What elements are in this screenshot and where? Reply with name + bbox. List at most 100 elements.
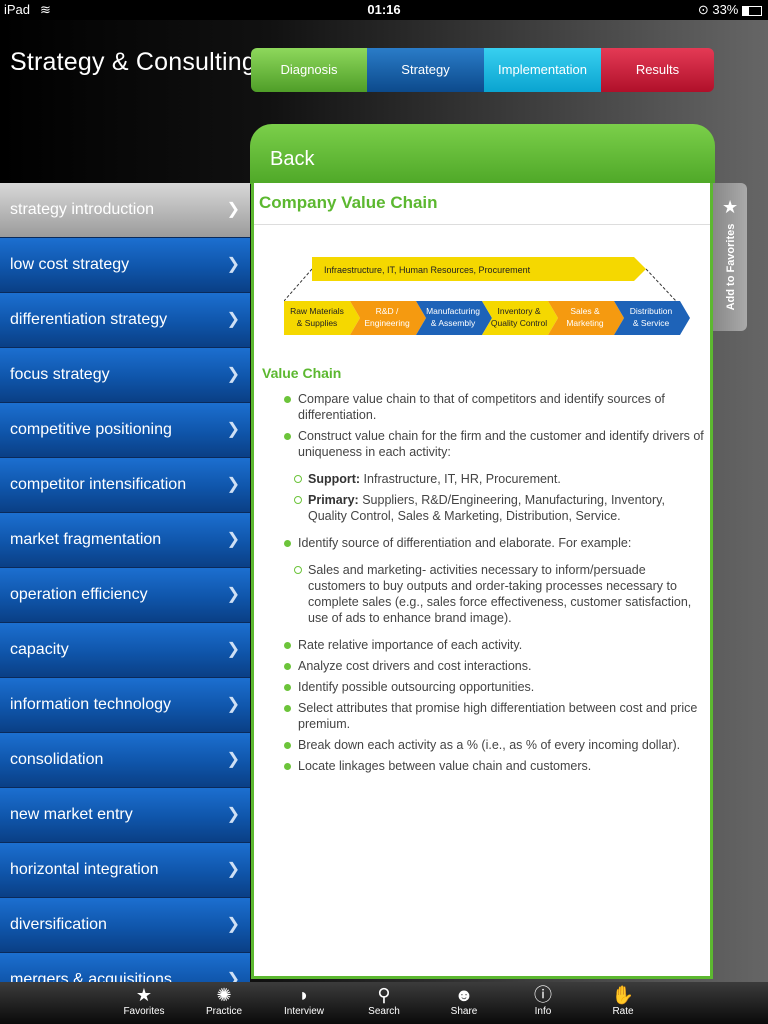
sidebar-item-label: focus strategy xyxy=(10,366,110,383)
sidebar-item-competitive-positioning[interactable]: competitive positioning ❯ xyxy=(0,403,250,458)
sidebar-item-label: new market entry xyxy=(10,806,133,823)
sidebar-item-strategy-introduction[interactable]: strategy introduction ❯ xyxy=(0,183,250,238)
battery-percent: 33% xyxy=(712,2,739,17)
tabbar-interview[interactable]: ◗ Interview xyxy=(274,984,334,1017)
app-title: Strategy & Consulting xyxy=(10,48,256,76)
sidebar-item-differentiation-strategy[interactable]: differentiation strategy ❯ xyxy=(0,293,250,348)
sidebar-item-operation-efficiency[interactable]: operation efficiency ❯ xyxy=(0,568,250,623)
tabbar-label: Search xyxy=(368,1006,400,1017)
sidebar-item-label: market fragmentation xyxy=(10,531,162,548)
value-chain-diagram: Infraestructure, IT, Human Resources, Pr… xyxy=(284,257,690,335)
dashed-connector-left xyxy=(284,268,313,302)
chevron-right-icon: ❯ xyxy=(226,531,240,548)
value-chain-chevron-label: & Supplies xyxy=(297,318,338,328)
sidebar-item-information-technology[interactable]: information technology ❯ xyxy=(0,678,250,733)
sub-item-text: Infrastructure, IT, HR, Procurement. xyxy=(360,472,561,486)
chevron-row: Raw Materials & Supplies R&D / Engineering M… xyxy=(284,301,690,335)
list-item: Rate relative importance of each activit… xyxy=(264,637,704,653)
value-chain-list: Compare value chain to that of competito… xyxy=(264,391,704,779)
chevron-right-icon: ❯ xyxy=(226,971,240,982)
phase-tabs: Diagnosis Strategy Implementation Result… xyxy=(251,48,714,92)
chevron-right-icon: ❯ xyxy=(226,696,240,713)
tabbar-label: Favorites xyxy=(123,1006,165,1017)
infrastructure-bar-label: Infraestructure, IT, Human Resources, Pr… xyxy=(324,265,531,275)
tab-strategy[interactable]: Strategy xyxy=(367,48,484,92)
tabbar-practice[interactable]: ✺ Practice xyxy=(194,984,254,1017)
tabbar-rate[interactable]: ✋ Rate xyxy=(593,984,653,1017)
chevron-right-icon: ❯ xyxy=(226,806,240,823)
sidebar-item-competitor-intensification[interactable]: competitor intensification ❯ xyxy=(0,458,250,513)
sub-item-label: Primary: xyxy=(308,493,359,507)
list-item: Select attributes that promise high diff… xyxy=(264,700,704,732)
list-item: Construct value chain for the firm and t… xyxy=(264,428,704,460)
bottom-tab-bar: ★ Favorites ✺ Practice ◗ Interview ⚲ Search … xyxy=(0,982,768,1024)
tab-results[interactable]: Results xyxy=(601,48,714,92)
sub-item-label: Support: xyxy=(308,472,361,486)
list-item: Identify source of differentiation and e… xyxy=(264,535,704,551)
tabbar-share[interactable]: ☻ Share xyxy=(434,984,494,1017)
list-item: Analyze cost drivers and cost interactio… xyxy=(264,658,704,674)
tab-implementation[interactable]: Implementation xyxy=(484,48,601,92)
value-chain-chevron-label: Raw Materials xyxy=(290,306,344,316)
section-title: Value Chain xyxy=(262,365,342,381)
thumbs-up-icon: ✋ xyxy=(611,985,635,1005)
sidebar-item-label: operation efficiency xyxy=(10,586,148,603)
brain-icon: ✺ xyxy=(216,985,232,1005)
sidebar-item-label: mergers & acquisitions xyxy=(10,971,172,982)
tab-diagnosis[interactable]: Diagnosis xyxy=(251,48,367,92)
add-to-favorites-label: Add to Favorites xyxy=(725,223,737,311)
value-chain-chevron-label: Marketing xyxy=(566,318,604,328)
tabbar-label: Practice xyxy=(205,1006,243,1017)
sidebar-item-market-fragmentation[interactable]: market fragmentation ❯ xyxy=(0,513,250,568)
sidebar-item-diversification[interactable]: diversification ❯ xyxy=(0,898,250,953)
content-panel: Company Value Chain Infraestructure, IT,… xyxy=(251,183,713,979)
chevron-right-icon: ❯ xyxy=(226,586,240,603)
value-chain-chevron-label: Sales & xyxy=(570,306,600,316)
tabbar-label: Share xyxy=(450,1006,478,1017)
title-divider xyxy=(254,224,710,225)
value-chain-chevron-label: Quality Control xyxy=(491,318,547,328)
chevron-right-icon: ❯ xyxy=(226,641,240,658)
chat-icon: ◗ xyxy=(298,985,310,1005)
battery-icon xyxy=(742,5,762,16)
sidebar-item-label: differentiation strategy xyxy=(10,311,168,328)
sidebar-item-focus-strategy[interactable]: focus strategy ❯ xyxy=(0,348,250,403)
chevron-right-icon: ❯ xyxy=(226,861,240,878)
value-chain-chevron-label: Engineering xyxy=(364,318,410,328)
list-item: Compare value chain to that of competito… xyxy=(264,391,704,423)
sidebar-item-mergers-acquisitions[interactable]: mergers & acquisitions ❯ xyxy=(0,953,250,982)
sidebar-item-label: strategy introduction xyxy=(10,201,155,218)
sub-list-item: Support: Infrastructure, IT, HR, Procure… xyxy=(264,471,704,487)
sub-item-text: Suppliers, R&D/Engineering, Manufacturin… xyxy=(308,493,665,523)
sidebar: strategy introduction ❯ low cost strategy… xyxy=(0,183,250,982)
sidebar-item-label: competitive positioning xyxy=(10,421,172,438)
tabbar-label: Rate xyxy=(612,1006,634,1017)
sidebar-item-label: low cost strategy xyxy=(10,256,130,273)
clock: 01:16 xyxy=(367,2,401,17)
add-to-favorites-tab[interactable]: ★ Add to Favorites xyxy=(713,183,747,331)
chevron-right-icon: ❯ xyxy=(226,311,240,328)
tabbar-info[interactable]: ⓘ Info xyxy=(513,984,573,1017)
back-button[interactable]: Back xyxy=(270,148,314,171)
value-chain-chevron-label: Manufacturing xyxy=(426,306,480,316)
sidebar-item-consolidation[interactable]: consolidation ❯ xyxy=(0,733,250,788)
list-item: Break down each activity as a % (i.e., a… xyxy=(264,737,704,753)
sidebar-item-label: information technology xyxy=(10,696,171,713)
star-icon: ★ xyxy=(722,197,739,217)
tabbar-favorites[interactable]: ★ Favorites xyxy=(114,984,174,1017)
search-icon: ⚲ xyxy=(377,985,391,1005)
list-item: Locate linkages between value chain and … xyxy=(264,758,704,774)
list-item: Identify possible outsourcing opportunit… xyxy=(264,679,704,695)
chevron-right-icon: ❯ xyxy=(226,366,240,383)
sidebar-item-horizontal-integration[interactable]: horizontal integration ❯ xyxy=(0,843,250,898)
sidebar-item-low-cost-strategy[interactable]: low cost strategy ❯ xyxy=(0,238,250,293)
people-icon: ☻ xyxy=(454,985,474,1005)
tabbar-label: Info xyxy=(534,1006,552,1017)
chevron-right-icon: ❯ xyxy=(226,256,240,273)
sidebar-item-capacity[interactable]: capacity ❯ xyxy=(0,623,250,678)
tabbar-search[interactable]: ⚲ Search xyxy=(354,984,414,1017)
sub-list-item: Primary: Suppliers, R&D/Engineering, Man… xyxy=(264,492,704,524)
tabbar-label: Interview xyxy=(283,1006,324,1017)
sidebar-item-new-market-entry[interactable]: new market entry ❯ xyxy=(0,788,250,843)
info-icon: ⓘ xyxy=(534,985,552,1005)
